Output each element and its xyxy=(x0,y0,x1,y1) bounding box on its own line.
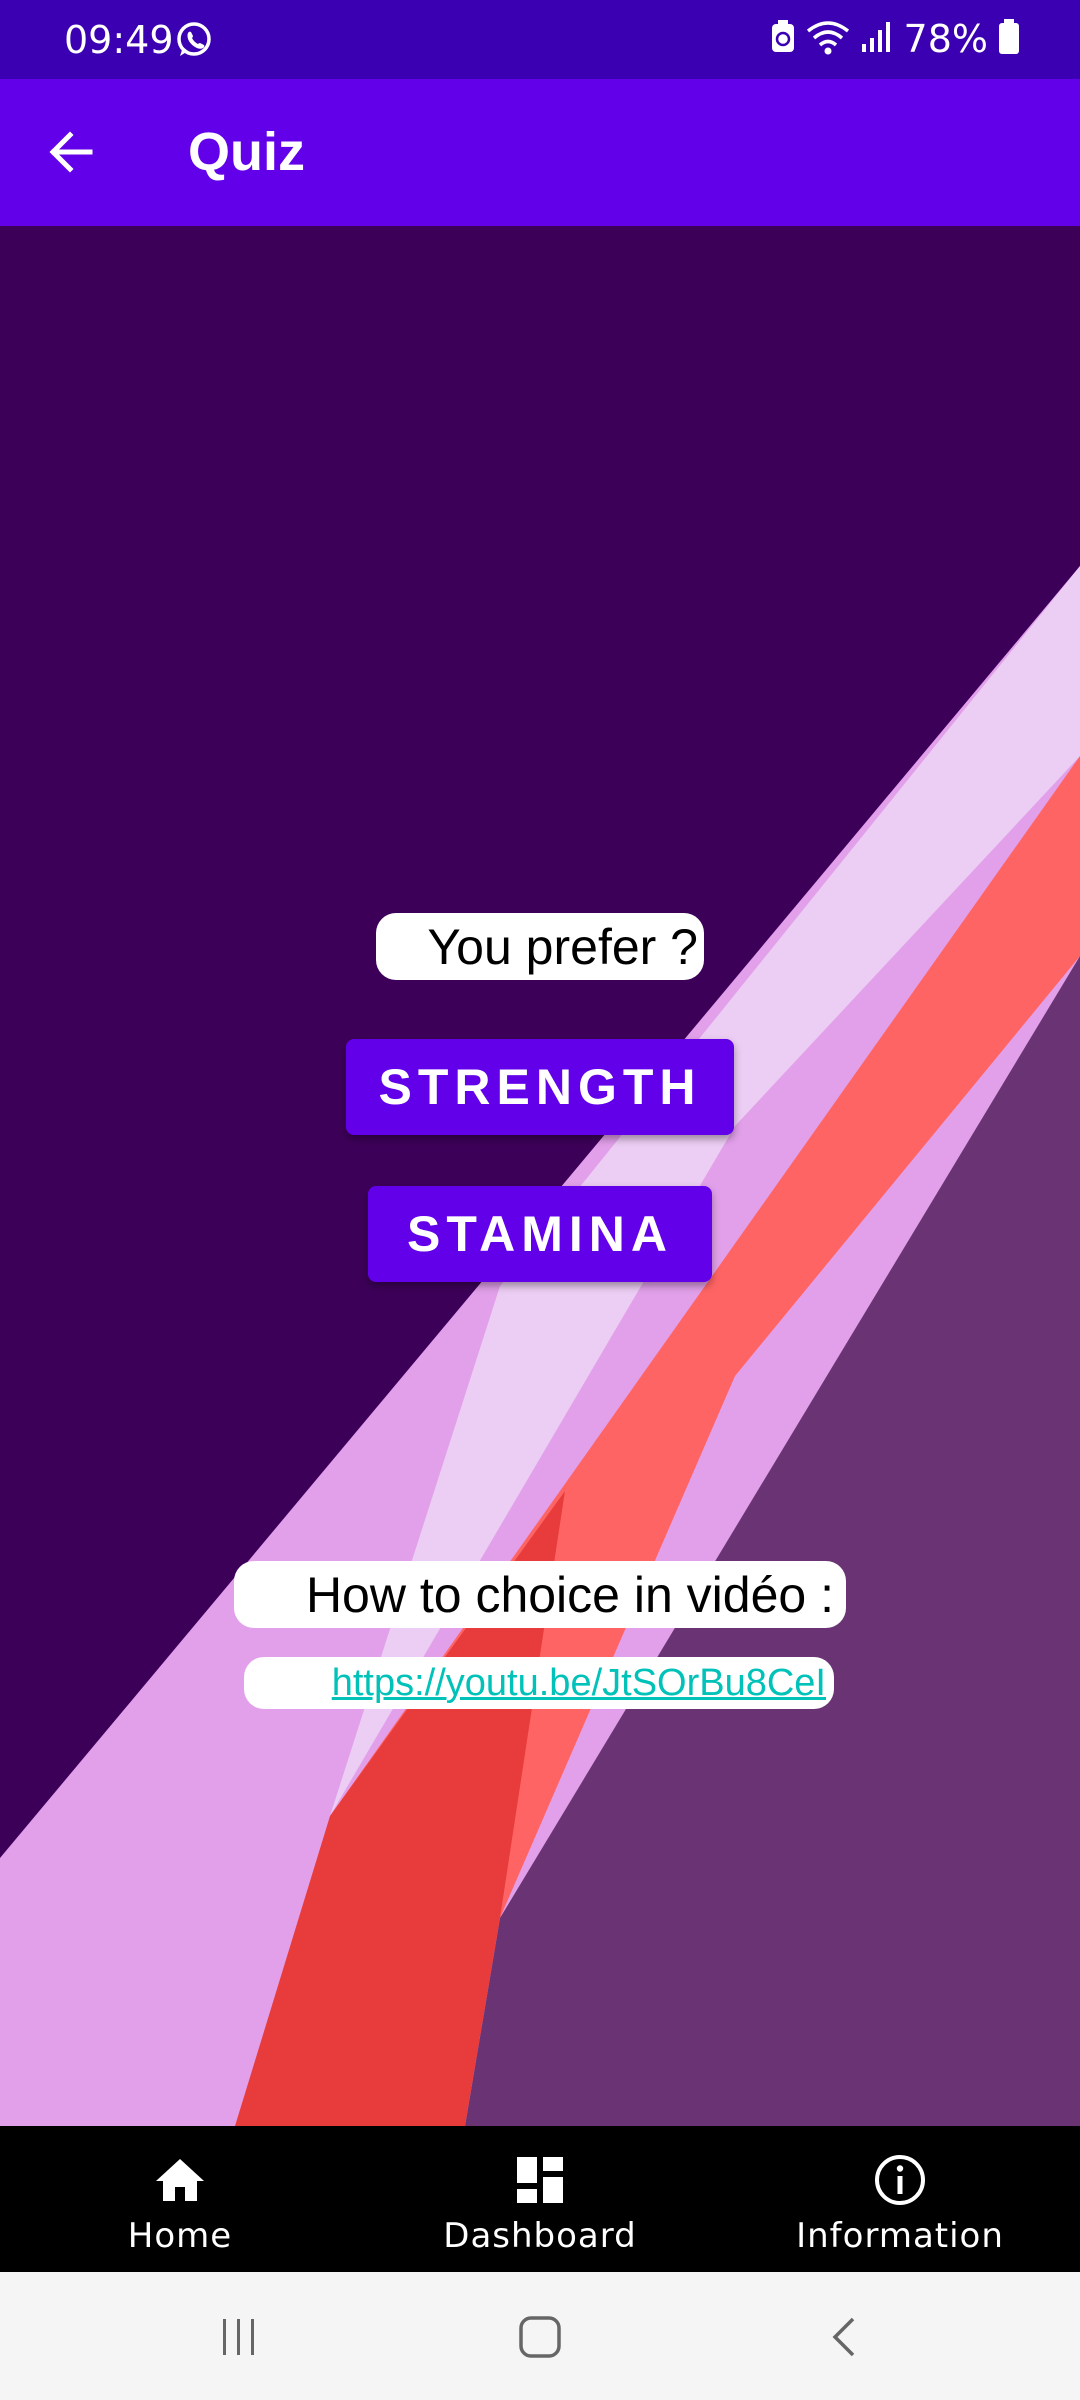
recent-apps-icon xyxy=(223,2319,254,2355)
question-label: You prefer ? xyxy=(376,913,704,980)
nav-label-information: Information xyxy=(796,2216,1004,2256)
home-icon xyxy=(152,2152,208,2208)
back-system-button[interactable] xyxy=(810,2302,880,2372)
battery-saver-icon xyxy=(770,19,796,59)
back-button[interactable] xyxy=(36,117,106,187)
recent-apps-button[interactable] xyxy=(204,2302,274,2372)
nav-item-information[interactable]: Information xyxy=(720,2126,1080,2272)
status-time: 09:49 xyxy=(64,18,174,62)
app-bar: Quiz xyxy=(0,79,1080,226)
howto-label: How to choice in vidéo : xyxy=(234,1561,846,1628)
home-system-button[interactable] xyxy=(505,2302,575,2372)
arrow-back-icon xyxy=(49,131,93,173)
bottom-navigation: Home Dashboard Information xyxy=(0,2126,1080,2272)
question-text: You prefer ? xyxy=(427,918,698,975)
whatsapp-icon xyxy=(174,20,214,60)
video-link[interactable]: https://youtu.be/JtSOrBu8CeI xyxy=(332,1662,826,1705)
nav-item-dashboard[interactable]: Dashboard xyxy=(360,2126,720,2272)
info-icon xyxy=(872,2152,928,2208)
status-icons: 78% xyxy=(770,16,1020,62)
status-bar: 09:49 78% xyxy=(0,0,1080,79)
stamina-button[interactable]: STAMINA xyxy=(368,1186,712,1282)
chevron-left-icon xyxy=(832,2317,855,2357)
nav-label-dashboard: Dashboard xyxy=(443,2216,637,2256)
system-navigation-bar xyxy=(0,2272,1080,2400)
strength-button[interactable]: STRENGTH xyxy=(346,1039,734,1135)
battery-percentage: 78% xyxy=(903,17,988,61)
home-square-icon xyxy=(519,2316,561,2358)
dashboard-icon xyxy=(512,2152,568,2208)
wifi-icon xyxy=(806,19,850,60)
signal-icon xyxy=(860,20,894,59)
page-title: Quiz xyxy=(188,122,305,182)
background-illustration xyxy=(0,226,1080,2126)
nav-item-home[interactable]: Home xyxy=(0,2126,360,2272)
quiz-screen: 09:49 78% Quiz You prefer ? STRENGTH STA… xyxy=(0,0,1080,2400)
battery-icon xyxy=(998,18,1020,60)
nav-label-home: Home xyxy=(127,2216,233,2256)
video-link-container: https://youtu.be/JtSOrBu8CeI xyxy=(244,1657,834,1709)
howto-text: How to choice in vidéo : xyxy=(305,1566,834,1623)
